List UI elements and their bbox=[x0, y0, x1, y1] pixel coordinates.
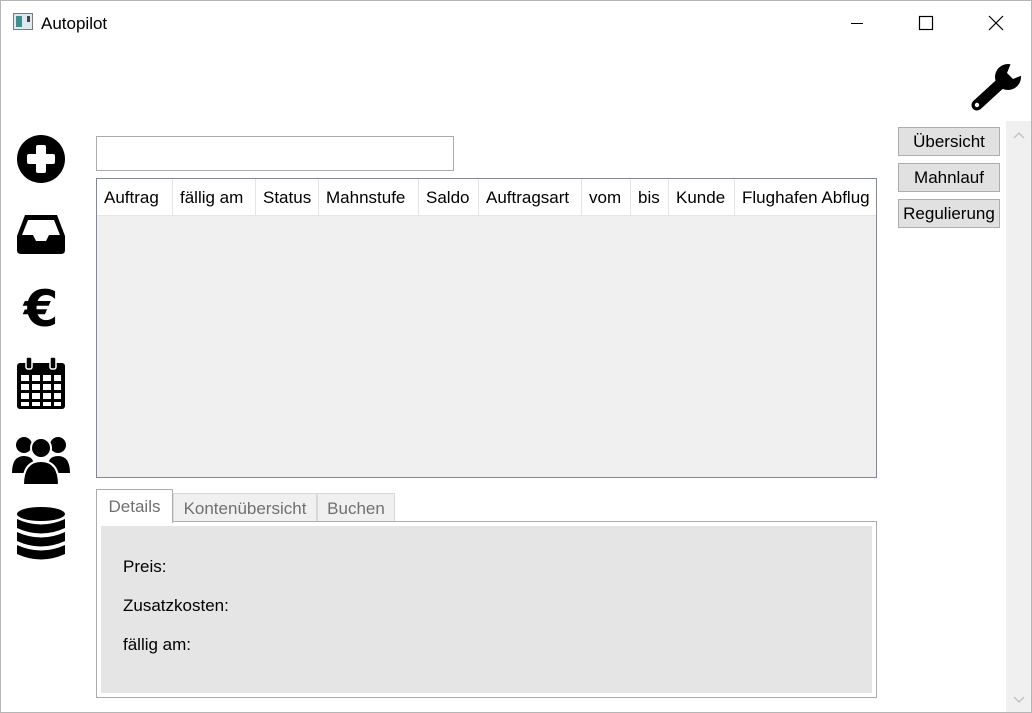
tab-buchen[interactable]: Buchen bbox=[317, 493, 395, 522]
settings-wrench-button[interactable] bbox=[967, 59, 1025, 115]
wrench-icon bbox=[971, 63, 1023, 111]
scroll-down-button[interactable] bbox=[1006, 690, 1031, 710]
tab-kontenuebersicht[interactable]: Kontenübersicht bbox=[173, 493, 317, 522]
orders-grid[interactable]: Auftrag fällig am Status Mahnstufe Saldo… bbox=[96, 178, 877, 478]
column-header-auftrag[interactable]: Auftrag bbox=[97, 179, 173, 215]
preis-label: Preis: bbox=[123, 557, 167, 576]
title-bar[interactable]: Autopilot bbox=[1, 1, 1031, 45]
sidebar-add-button[interactable] bbox=[11, 131, 71, 187]
search-input[interactable] bbox=[96, 136, 454, 171]
sidebar-euro-button[interactable]: € bbox=[11, 279, 71, 335]
scroll-up-button[interactable] bbox=[1006, 125, 1031, 145]
column-header-saldo[interactable]: Saldo bbox=[419, 179, 479, 215]
uebersicht-button[interactable]: Übersicht bbox=[898, 127, 1000, 156]
column-header-kunde[interactable]: Kunde bbox=[669, 179, 735, 215]
maximize-icon bbox=[918, 15, 934, 31]
chevron-down-icon bbox=[1012, 696, 1025, 704]
svg-text:€: € bbox=[23, 282, 59, 332]
plus-circle-icon bbox=[17, 135, 65, 183]
mahnlauf-button[interactable]: Mahnlauf bbox=[898, 163, 1000, 192]
tab-details[interactable]: Details bbox=[96, 489, 173, 523]
sidebar-inbox-button[interactable] bbox=[11, 206, 71, 262]
zusatzkosten-label: Zusatzkosten: bbox=[123, 596, 229, 615]
details-panel: Preis: Zusatzkosten: fällig am: bbox=[96, 521, 877, 698]
vertical-scrollbar[interactable] bbox=[1006, 121, 1031, 712]
sidebar-calendar-button[interactable] bbox=[11, 356, 71, 412]
faellig-am-label: fällig am: bbox=[123, 635, 192, 654]
column-header-status[interactable]: Status bbox=[256, 179, 319, 215]
column-header-auftragsart[interactable]: Auftragsart bbox=[479, 179, 582, 215]
maximize-button[interactable] bbox=[903, 1, 949, 45]
users-icon bbox=[12, 437, 70, 486]
close-button[interactable] bbox=[973, 1, 1019, 45]
sidebar-database-button[interactable] bbox=[11, 506, 71, 562]
calendar-icon bbox=[17, 357, 65, 409]
app-icon bbox=[13, 13, 33, 30]
column-header-flughafen-abflug[interactable]: Flughafen Abflug bbox=[735, 179, 876, 215]
window-title: Autopilot bbox=[41, 14, 108, 33]
chevron-up-icon bbox=[1012, 131, 1025, 139]
grid-header: Auftrag fällig am Status Mahnstufe Saldo… bbox=[97, 179, 876, 216]
database-icon bbox=[17, 507, 65, 560]
column-header-faellig-am[interactable]: fällig am bbox=[173, 179, 256, 215]
sidebar-users-button[interactable] bbox=[11, 431, 71, 487]
close-icon bbox=[988, 15, 1004, 31]
minimize-button[interactable] bbox=[834, 1, 880, 45]
inbox-icon bbox=[17, 215, 65, 254]
column-header-bis[interactable]: bis bbox=[631, 179, 669, 215]
regulierung-button[interactable]: Regulierung bbox=[898, 199, 1000, 228]
euro-icon: € bbox=[23, 282, 59, 332]
minimize-icon bbox=[851, 23, 863, 24]
app-window: Autopilot € Auftrag fällig am Status Mah… bbox=[0, 0, 1032, 713]
details-panel-content: Preis: Zusatzkosten: fällig am: bbox=[101, 526, 872, 693]
column-header-vom[interactable]: vom bbox=[582, 179, 631, 215]
column-header-mahnstufe[interactable]: Mahnstufe bbox=[319, 179, 419, 215]
